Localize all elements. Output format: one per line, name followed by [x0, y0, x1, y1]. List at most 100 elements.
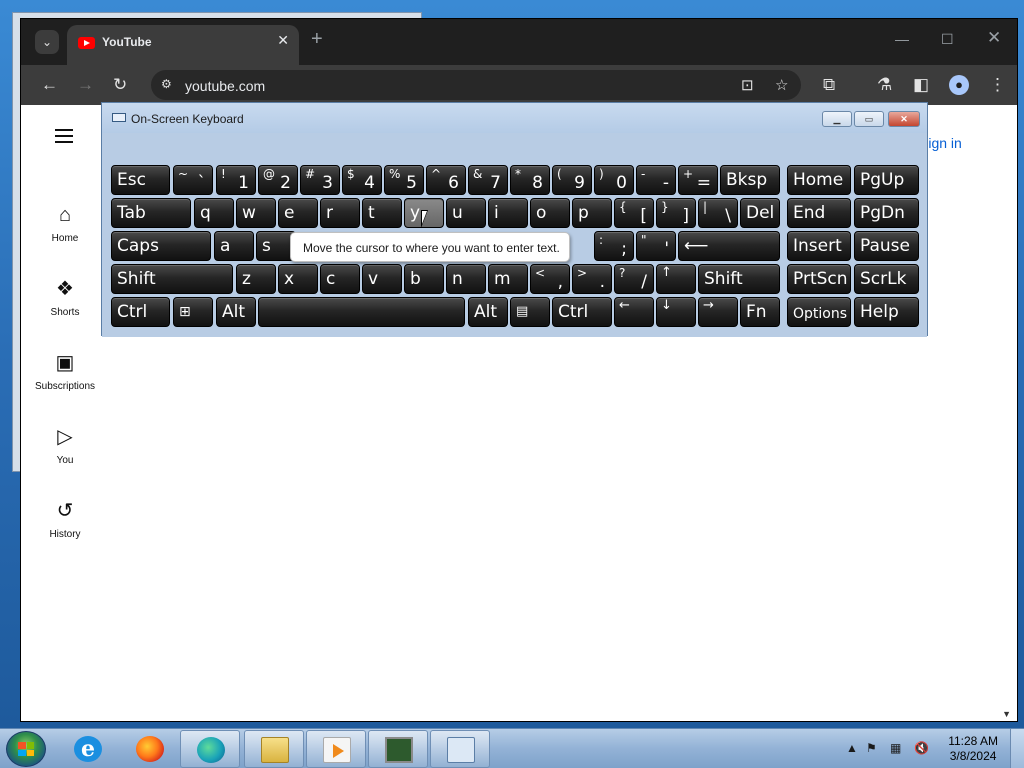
key-t[interactable]: t	[362, 198, 402, 228]
bookmark-star-icon[interactable]: ☆	[775, 76, 788, 94]
network-icon[interactable]: ▦	[890, 741, 901, 755]
taskbar-resource-monitor[interactable]	[368, 730, 428, 768]
key-options[interactable]: Options	[787, 297, 851, 327]
key-9[interactable]: (9	[552, 165, 592, 195]
key-8[interactable]: * 8	[510, 165, 550, 195]
taskbar-internet-explorer[interactable]: e	[58, 730, 118, 768]
key-1[interactable]: ! 1	[216, 165, 256, 195]
volume-muted-icon[interactable]: 🔇	[914, 741, 929, 755]
start-button[interactable]	[6, 731, 46, 767]
forward-icon[interactable]: →	[77, 75, 94, 95]
key-insert[interactable]: Insert	[787, 231, 851, 261]
key-home[interactable]: Home	[787, 165, 851, 195]
osk-restore-icon[interactable]: ▭	[854, 111, 884, 127]
osk-minimize-icon[interactable]: ▁	[822, 111, 852, 127]
key-q[interactable]: q	[194, 198, 234, 228]
key-tab[interactable]: Tab	[111, 198, 191, 228]
action-center-flag-icon[interactable]: ⚑	[866, 741, 877, 755]
key-7[interactable]: & 7	[468, 165, 508, 195]
profile-icon[interactable]: ●	[949, 75, 969, 95]
back-icon[interactable]: ←	[41, 75, 58, 95]
key-e[interactable]: e	[278, 198, 318, 228]
nav-you[interactable]: ▷ You	[21, 425, 109, 466]
menu-icon[interactable]: ⋮	[989, 75, 1006, 95]
key-shift-right[interactable]: Shift	[698, 264, 780, 294]
key-u[interactable]: u	[446, 198, 486, 228]
address-bar[interactable]: ⚙ youtube.com ⊡ ☆	[151, 70, 801, 100]
key-x[interactable]: x	[278, 264, 318, 294]
side-panel-icon[interactable]: ◧	[913, 75, 929, 95]
key-end[interactable]: End	[787, 198, 851, 228]
key-del[interactable]: Del	[740, 198, 780, 228]
key-right-bracket[interactable]: }]	[656, 198, 696, 228]
key-b[interactable]: b	[404, 264, 444, 294]
maximize-icon[interactable]: ☐	[941, 31, 954, 48]
taskbar-edge[interactable]	[180, 730, 240, 768]
nav-home[interactable]: ⌂ Home	[21, 203, 109, 244]
key-pgdn[interactable]: PgDn	[854, 198, 919, 228]
key-tilde[interactable]: ~ `	[173, 165, 213, 195]
key-4[interactable]: $4	[342, 165, 382, 195]
key-minus[interactable]: --	[636, 165, 676, 195]
taskbar-media-player[interactable]	[306, 730, 366, 768]
hamburger-menu-icon[interactable]	[55, 129, 73, 143]
tab-close-icon[interactable]: ✕	[277, 32, 289, 49]
extensions-icon[interactable]: ⧉	[823, 75, 835, 95]
key-left[interactable]: ←	[614, 297, 654, 327]
key-caps[interactable]: Caps	[111, 231, 211, 261]
key-v[interactable]: v	[362, 264, 402, 294]
reload-icon[interactable]: ↻	[113, 75, 127, 95]
key-m[interactable]: m	[488, 264, 528, 294]
key-enter[interactable]: ⟵	[678, 231, 780, 261]
key-semicolon[interactable]: :;	[594, 231, 634, 261]
key-help[interactable]: Help	[854, 297, 919, 327]
osk-close-icon[interactable]: ✕	[888, 111, 920, 127]
key-left-bracket[interactable]: {[	[614, 198, 654, 228]
nav-shorts[interactable]: ❖ Shorts	[21, 277, 109, 318]
key-esc[interactable]: Esc	[111, 165, 170, 195]
key-ctrl-left[interactable]: Ctrl	[111, 297, 170, 327]
key-5[interactable]: % 5	[384, 165, 424, 195]
taskbar-firefox[interactable]	[120, 730, 180, 768]
key-backslash[interactable]: | \	[698, 198, 738, 228]
key-n[interactable]: n	[446, 264, 486, 294]
key-a[interactable]: a	[214, 231, 254, 261]
key-alt-right[interactable]: Alt	[468, 297, 508, 327]
install-app-icon[interactable]: ⊡	[741, 76, 754, 94]
minimize-icon[interactable]: —	[895, 31, 909, 47]
key-down[interactable]: ↓	[656, 297, 696, 327]
nav-history[interactable]: ↺ History	[21, 499, 109, 540]
nav-subscriptions[interactable]: ▣ Subscriptions	[21, 351, 109, 392]
key-scrlk[interactable]: ScrLk	[854, 264, 919, 294]
system-clock[interactable]: 11:28 AM 3/8/2024	[948, 734, 998, 764]
taskbar-file-explorer[interactable]	[244, 730, 304, 768]
tab-search-icon[interactable]: ⌄	[35, 30, 59, 54]
key-ctrl-right[interactable]: Ctrl	[552, 297, 612, 327]
key-space[interactable]	[258, 297, 465, 327]
key-z[interactable]: z	[236, 264, 276, 294]
key-c[interactable]: c	[320, 264, 360, 294]
key-pause[interactable]: Pause	[854, 231, 919, 261]
labs-icon[interactable]: ⚗	[877, 75, 892, 95]
scroll-down-icon[interactable]: ▼	[1002, 709, 1011, 719]
key-alt-left[interactable]: Alt	[216, 297, 256, 327]
osk-titlebar[interactable]: On-Screen Keyboard ▁ ▭ ✕	[102, 103, 927, 133]
key-p[interactable]: p	[572, 198, 612, 228]
key-quote[interactable]: " '	[636, 231, 676, 261]
show-desktop-button[interactable]	[1010, 729, 1024, 768]
key-0[interactable]: ) 0	[594, 165, 634, 195]
key-up[interactable]: ↑	[656, 264, 696, 294]
key-6[interactable]: ^ 6	[426, 165, 466, 195]
key-slash[interactable]: ? /	[614, 264, 654, 294]
key-w[interactable]: w	[236, 198, 276, 228]
key-comma[interactable]: <,	[530, 264, 570, 294]
site-info-icon[interactable]: ⚙	[161, 77, 172, 91]
key-windows[interactable]: ⊞	[173, 297, 213, 327]
close-window-icon[interactable]: ✕	[987, 28, 1001, 48]
key-fn[interactable]: Fn	[740, 297, 780, 327]
new-tab-button[interactable]: +	[311, 29, 323, 49]
key-pgup[interactable]: PgUp	[854, 165, 919, 195]
key-shift-left[interactable]: Shift	[111, 264, 233, 294]
key-r[interactable]: r	[320, 198, 360, 228]
key-equals[interactable]: + =	[678, 165, 718, 195]
